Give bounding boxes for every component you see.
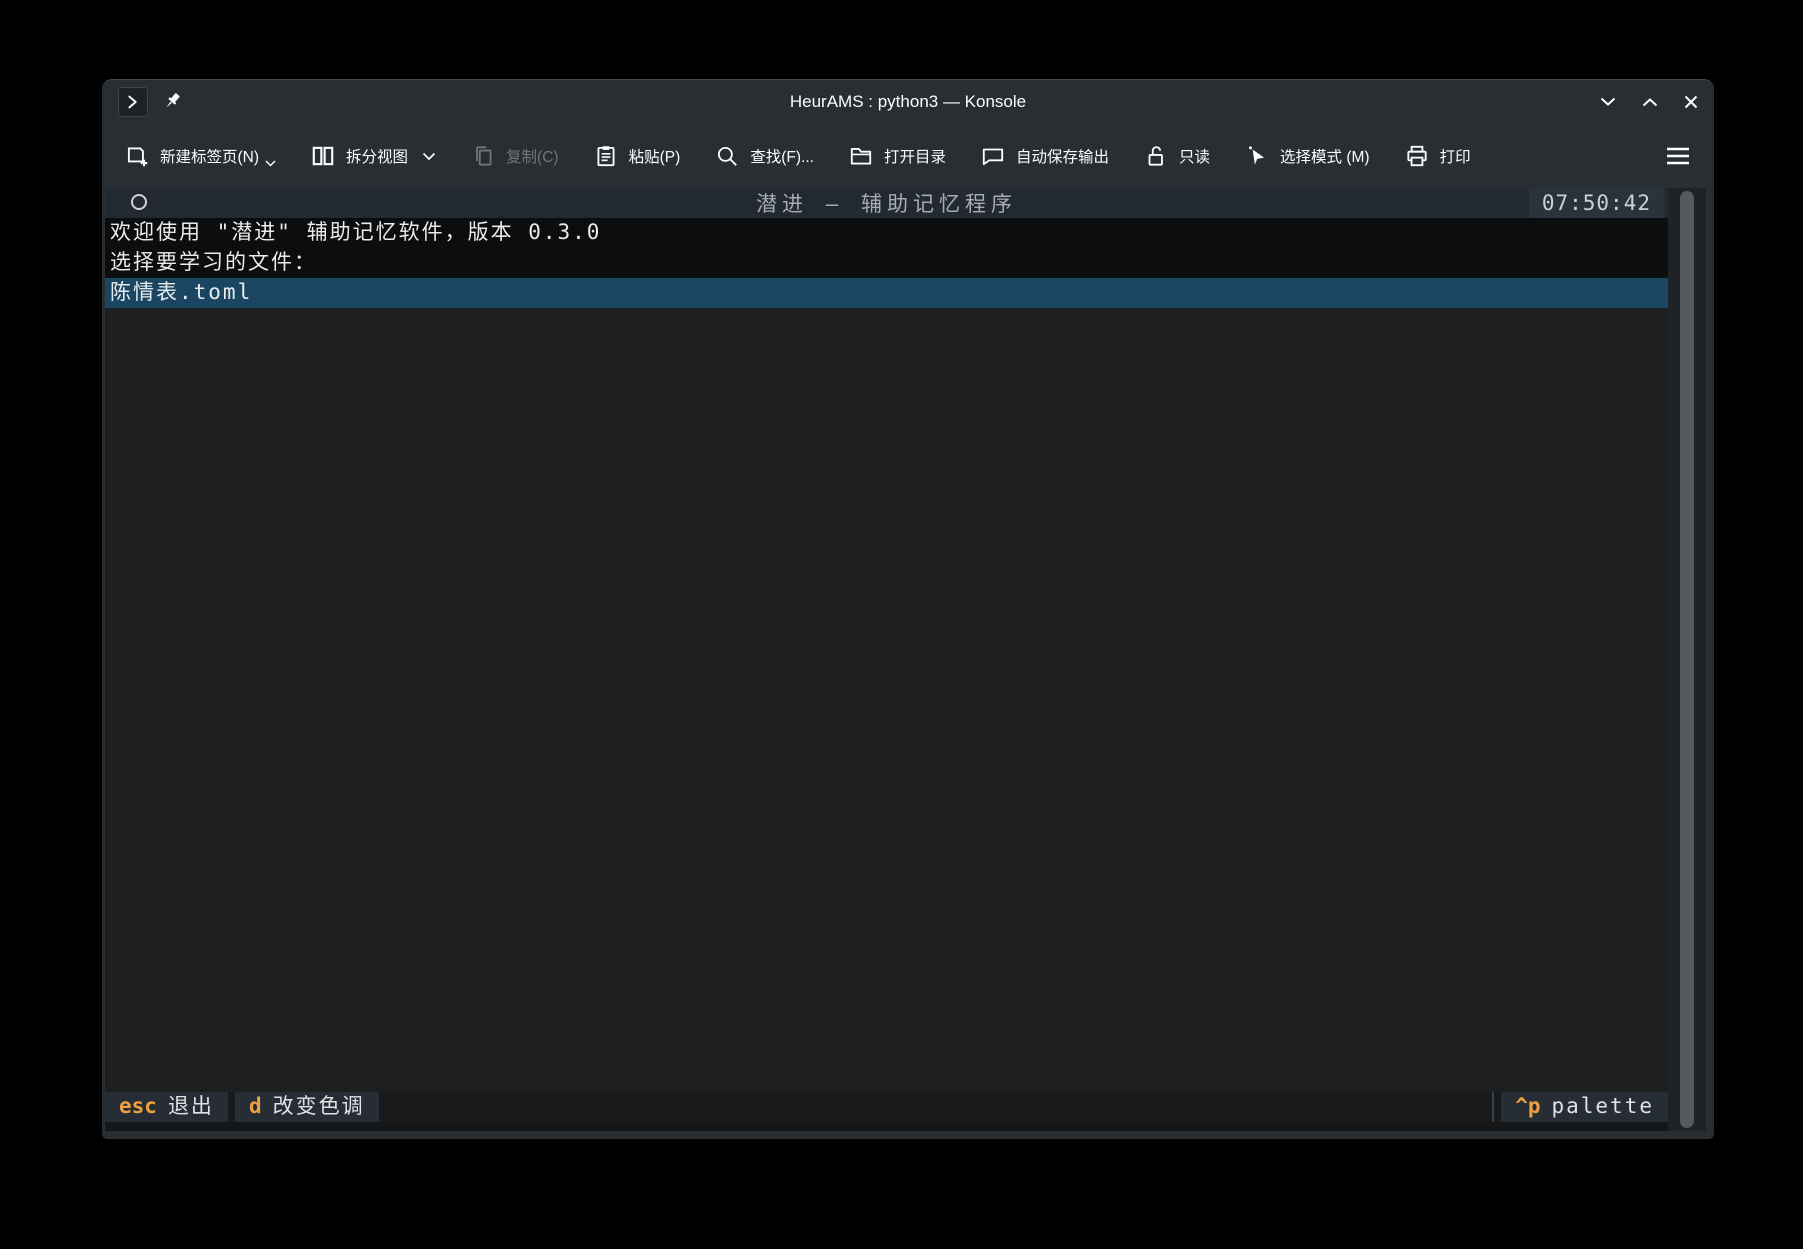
footer-key-d[interactable]: d 改变色调 <box>235 1092 379 1122</box>
hamburger-icon <box>1664 144 1692 168</box>
footer-key-esc[interactable]: esc 退出 <box>105 1092 228 1122</box>
terminal-text-line: 欢迎使用 "潜进" 辅助记忆软件，版本 0.3.0 <box>105 218 1668 248</box>
terminal-bottom-gap <box>105 1122 1668 1131</box>
key-hint: d <box>249 1092 262 1122</box>
key-hint: ^p <box>1515 1092 1540 1122</box>
scrollbar-thumb[interactable] <box>1680 191 1694 1128</box>
printer-icon <box>1404 143 1430 169</box>
maximize-button[interactable] <box>1642 97 1658 107</box>
output-bubble-icon <box>980 143 1006 169</box>
open-directory-label: 打开目录 <box>884 145 946 167</box>
tui-footer: esc 退出 d 改变色调 ^p palette <box>105 1092 1668 1122</box>
title-bar[interactable]: HeurAMS : python3 — Konsole <box>102 80 1714 124</box>
minimize-button[interactable] <box>1600 97 1616 107</box>
copy-label: 复制(C) <box>506 145 559 167</box>
key-action-label: 退出 <box>168 1092 214 1122</box>
split-view-button[interactable]: 拆分视图 <box>310 143 436 169</box>
tui-clock: 07:50:42 <box>1529 188 1664 218</box>
read-only-label: 只读 <box>1179 145 1210 167</box>
open-directory-button[interactable]: 打开目录 <box>848 143 946 169</box>
chevron-down-icon <box>422 152 436 161</box>
cursor-arrow-icon <box>1244 143 1270 169</box>
terminal-prompt-icon <box>124 93 142 111</box>
pin-icon[interactable] <box>162 91 184 113</box>
new-tab-icon <box>124 143 150 169</box>
konsole-app-icon[interactable] <box>118 87 148 117</box>
chevron-down-icon <box>265 160 276 167</box>
tui-header: 潜进 – 辅助记忆程序 07:50:42 <box>105 188 1668 218</box>
paste-label: 粘贴(P) <box>629 145 681 167</box>
select-mode-label: 选择模式 (M) <box>1280 145 1370 167</box>
spinner-icon <box>131 194 147 210</box>
terminal-view[interactable]: 潜进 – 辅助记忆程序 07:50:42 欢迎使用 "潜进" 辅助记忆软件，版本… <box>105 188 1706 1131</box>
tui-app-title: 潜进 – 辅助记忆程序 <box>756 188 1017 218</box>
close-button[interactable] <box>1684 95 1698 109</box>
hamburger-menu-button[interactable] <box>1664 144 1692 168</box>
selected-file-option[interactable]: 陈情表.toml <box>105 278 1668 308</box>
key-action-label: palette <box>1551 1092 1654 1122</box>
copy-icon <box>470 143 496 169</box>
split-view-icon <box>310 143 336 169</box>
select-mode-button[interactable]: 选择模式 (M) <box>1244 143 1370 169</box>
copy-button[interactable]: 复制(C) <box>470 143 559 169</box>
find-button[interactable]: 查找(F)... <box>714 143 814 169</box>
window-title: HeurAMS : python3 — Konsole <box>102 92 1714 112</box>
key-hint: esc <box>119 1092 157 1122</box>
new-tab-label: 新建标签页(N) <box>160 145 259 167</box>
find-label: 查找(F)... <box>750 145 814 167</box>
open-lock-icon <box>1143 143 1169 169</box>
footer-divider <box>1492 1092 1494 1122</box>
print-button[interactable]: 打印 <box>1404 143 1471 169</box>
paste-button[interactable]: 粘贴(P) <box>593 143 681 169</box>
folder-icon <box>848 143 874 169</box>
print-label: 打印 <box>1440 145 1471 167</box>
autosave-output-button[interactable]: 自动保存输出 <box>980 143 1109 169</box>
footer-key-palette[interactable]: ^p palette <box>1501 1092 1668 1122</box>
scrollbar-track[interactable] <box>1668 188 1706 1131</box>
read-only-button[interactable]: 只读 <box>1143 143 1210 169</box>
new-tab-button[interactable]: 新建标签页(N) <box>124 143 276 169</box>
split-view-label: 拆分视图 <box>346 145 408 167</box>
terminal-text-line: 选择要学习的文件： <box>105 248 1668 278</box>
konsole-window: HeurAMS : python3 — Konsole 新建标签页(N) <box>102 79 1714 1139</box>
toolbar: 新建标签页(N) 拆分视图 复制(C) <box>102 124 1714 188</box>
autosave-output-label: 自动保存输出 <box>1016 145 1109 167</box>
paste-icon <box>593 143 619 169</box>
search-icon <box>714 143 740 169</box>
key-action-label: 改变色调 <box>273 1092 365 1122</box>
terminal-empty-area <box>105 308 1668 1092</box>
